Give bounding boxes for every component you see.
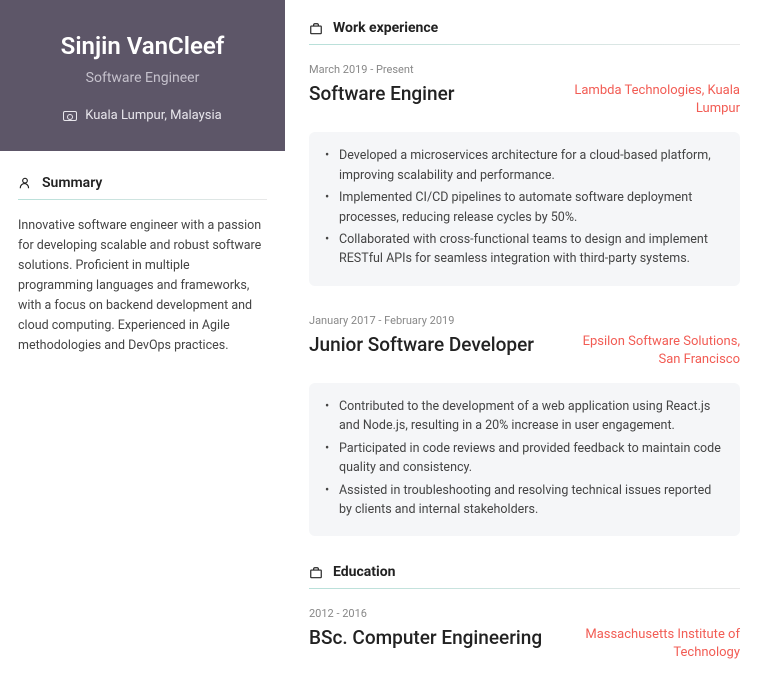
job-bullet: Contributed to the development of a web … — [339, 397, 722, 436]
profile-title: Software Engineer — [20, 70, 265, 86]
experience-heading: Work experience — [333, 20, 438, 36]
person-icon — [18, 176, 32, 190]
job-title: Software Enginer — [309, 82, 455, 105]
summary-text: Innovative software engineer with a pass… — [18, 216, 267, 356]
resume-container: Sinjin VanCleef Software Engineer Kuala … — [0, 0, 760, 685]
sidebar: Sinjin VanCleef Software Engineer Kuala … — [0, 0, 285, 685]
job-bullet: Collaborated with cross-functional teams… — [339, 230, 722, 269]
education-heading: Education — [333, 564, 395, 580]
job-details: Developed a microservices architecture f… — [309, 132, 740, 285]
profile-header: Sinjin VanCleef Software Engineer Kuala … — [0, 0, 285, 151]
job-dates: January 2017 - February 2019 — [309, 314, 740, 327]
education-header: Education — [309, 564, 740, 580]
profile-location: Kuala Lumpur, Malaysia — [20, 108, 265, 123]
job-header: Junior Software Developer Epsilon Softwa… — [309, 333, 740, 369]
profile-name: Sinjin VanCleef — [20, 32, 265, 60]
job-entry: March 2019 - Present Software Enginer La… — [309, 63, 740, 286]
location-icon — [63, 111, 77, 121]
education-divider — [309, 588, 740, 589]
summary-section: Summary Innovative software engineer wit… — [0, 151, 285, 380]
education-institution: Massachusetts Institute of Technology — [560, 626, 740, 662]
summary-header: Summary — [18, 175, 267, 191]
summary-divider — [18, 199, 267, 200]
job-details: Contributed to the development of a web … — [309, 383, 740, 536]
job-bullet: Implemented CI/CD pipelines to automate … — [339, 188, 722, 227]
briefcase-icon — [309, 21, 323, 35]
job-entry: January 2017 - February 2019 Junior Soft… — [309, 314, 740, 537]
education-dates: 2012 - 2016 — [309, 607, 740, 620]
job-header: Software Enginer Lambda Technologies, Ku… — [309, 82, 740, 118]
briefcase-icon — [309, 565, 323, 579]
job-title: Junior Software Developer — [309, 333, 534, 356]
job-company: Epsilon Software Solutions, San Francisc… — [560, 333, 740, 369]
experience-header: Work experience — [309, 20, 740, 36]
job-bullet: Participated in code reviews and provide… — [339, 439, 722, 478]
location-text: Kuala Lumpur, Malaysia — [85, 108, 222, 123]
job-dates: March 2019 - Present — [309, 63, 740, 76]
experience-divider — [309, 44, 740, 45]
education-title: BSc. Computer Engineering — [309, 626, 542, 649]
education-entry-header: BSc. Computer Engineering Massachusetts … — [309, 626, 740, 662]
job-bullet: Assisted in troubleshooting and resolvin… — [339, 481, 722, 520]
education-section: Education 2012 - 2016 BSc. Computer Engi… — [309, 564, 740, 662]
job-bullet: Developed a microservices architecture f… — [339, 146, 722, 185]
education-entry: 2012 - 2016 BSc. Computer Engineering Ma… — [309, 607, 740, 662]
summary-heading: Summary — [42, 175, 102, 191]
main-content: Work experience March 2019 - Present Sof… — [285, 0, 760, 685]
job-company: Lambda Technologies, Kuala Lumpur — [560, 82, 740, 118]
